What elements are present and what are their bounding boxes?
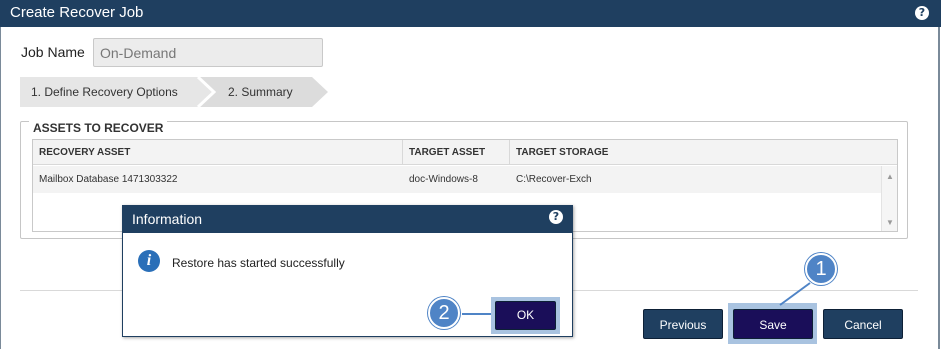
callout-2-badge: 2 bbox=[428, 297, 460, 329]
callout-connectors bbox=[462, 282, 811, 315]
callout-1-badge: 1 bbox=[805, 253, 837, 285]
callout-1-line bbox=[779, 282, 811, 306]
